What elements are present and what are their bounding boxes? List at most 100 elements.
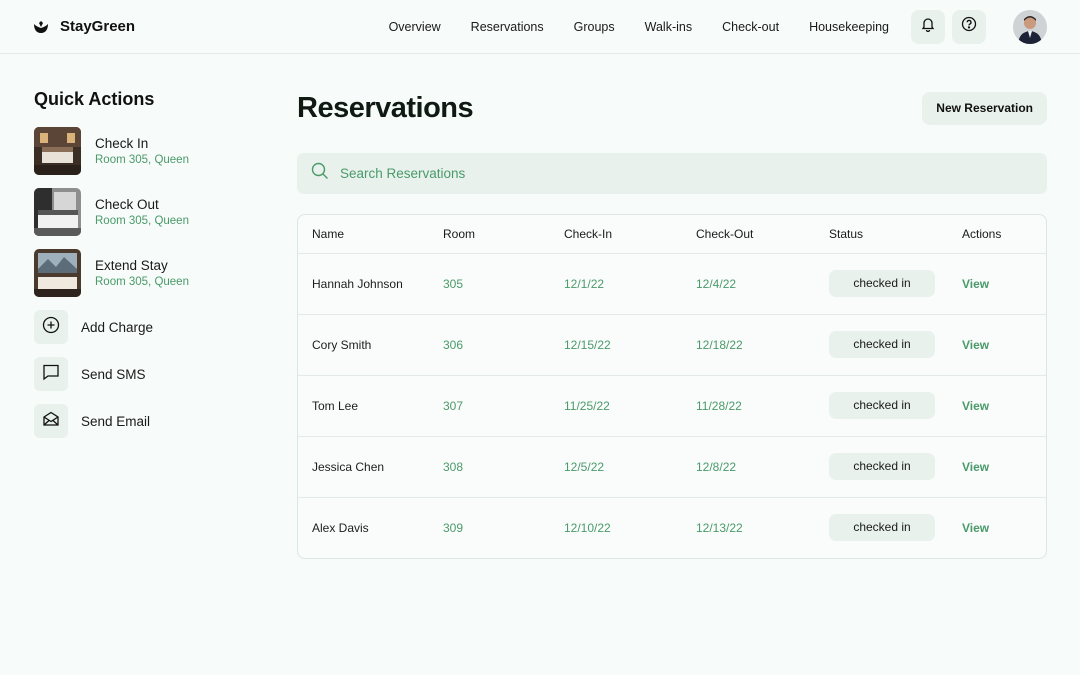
nav-check-out[interactable]: Check-out bbox=[707, 20, 794, 34]
room-number: 307 bbox=[429, 375, 550, 437]
bell-icon bbox=[920, 16, 936, 37]
quick-action-send-sms[interactable]: Send SMS bbox=[34, 357, 274, 391]
table-row[interactable]: Hannah Johnson 305 12/1/22 12/4/22 check… bbox=[298, 253, 1046, 315]
quick-action-label: Send SMS bbox=[81, 366, 146, 382]
new-reservation-button[interactable]: New Reservation bbox=[922, 91, 1047, 125]
message-icon bbox=[42, 363, 60, 386]
quick-action-check-in[interactable]: Check In Room 305, Queen bbox=[34, 127, 274, 175]
status-badge: checked in bbox=[829, 270, 935, 297]
main-layout: Quick Actions Check In Room 305, Queen C… bbox=[0, 54, 1080, 559]
header-room[interactable]: Room bbox=[429, 215, 550, 254]
content-header: Reservations New Reservation bbox=[297, 84, 1047, 132]
table-row[interactable]: Jessica Chen 308 12/5/22 12/8/22 checked… bbox=[298, 436, 1046, 498]
guest-name: Cory Smith bbox=[298, 314, 429, 376]
quick-action-label: Check In bbox=[95, 136, 149, 151]
room-number: 306 bbox=[429, 314, 550, 376]
room-number: 305 bbox=[429, 253, 550, 315]
search-bar[interactable] bbox=[297, 153, 1047, 194]
check-out-date: 12/4/22 bbox=[682, 253, 815, 315]
guest-name: Alex Davis bbox=[312, 520, 369, 535]
brand-name: StayGreen bbox=[60, 18, 136, 35]
header-status[interactable]: Status bbox=[815, 215, 948, 254]
status-cell: checked in bbox=[815, 314, 948, 376]
view-link[interactable]: View bbox=[962, 399, 989, 413]
view-link[interactable]: View bbox=[962, 521, 989, 535]
check-in-date: 12/15/22 bbox=[550, 314, 682, 376]
quick-actions-panel: Quick Actions Check In Room 305, Queen C… bbox=[34, 54, 274, 559]
nav-reservations[interactable]: Reservations bbox=[456, 20, 559, 34]
status-cell: checked in bbox=[815, 436, 948, 498]
quick-action-text: Extend Stay Room 305, Queen bbox=[95, 258, 189, 288]
guest-name: Hannah Johnson bbox=[298, 253, 429, 315]
check-out-date: 12/18/22 bbox=[682, 314, 815, 376]
quick-action-room: Room 305, Queen bbox=[95, 215, 189, 227]
room-number: 308 bbox=[429, 436, 550, 498]
room-number: 309 bbox=[443, 520, 464, 535]
help-button[interactable] bbox=[952, 9, 986, 44]
quick-action-room: Room 305, Queen bbox=[95, 276, 189, 288]
reservations-content: Reservations New Reservation Name Room C… bbox=[274, 54, 1047, 559]
status-cell: checked in bbox=[815, 497, 948, 558]
status-cell: checked in bbox=[815, 375, 948, 437]
quick-action-text: Check In Room 305, Queen bbox=[95, 136, 189, 166]
quick-action-check-out[interactable]: Check Out Room 305, Queen bbox=[34, 188, 274, 236]
quick-action-label: Add Charge bbox=[81, 319, 154, 335]
table-row[interactable]: Tom Lee 307 11/25/22 11/28/22 checked in… bbox=[298, 375, 1046, 437]
mail-icon bbox=[42, 410, 60, 433]
guest-name: Tom Lee bbox=[298, 375, 429, 437]
check-in-date: 11/25/22 bbox=[550, 375, 682, 437]
header-name[interactable]: Name bbox=[298, 215, 429, 254]
check-in-date: 12/5/22 bbox=[550, 436, 682, 498]
quick-action-extend-stay[interactable]: Extend Stay Room 305, Queen bbox=[34, 249, 274, 297]
main-nav: Overview Reservations Groups Walk-ins Ch… bbox=[374, 20, 904, 34]
quick-action-text: Check Out Room 305, Queen bbox=[95, 197, 189, 227]
quick-action-add-charge[interactable]: Add Charge bbox=[34, 310, 274, 344]
actions-cell: View bbox=[948, 253, 1046, 315]
top-navbar: StayGreen Overview Reservations Groups W… bbox=[0, 0, 1080, 54]
leaf-logo-icon bbox=[34, 20, 48, 33]
quick-action-send-email[interactable]: Send Email bbox=[34, 404, 274, 438]
brand[interactable]: StayGreen bbox=[34, 18, 135, 35]
quick-action-label: Send Email bbox=[81, 413, 151, 429]
actions-cell: View bbox=[948, 375, 1046, 437]
room-photo bbox=[34, 127, 81, 175]
quick-action-label: Extend Stay bbox=[95, 258, 168, 273]
plus-circle-icon bbox=[42, 316, 60, 339]
notifications-button[interactable] bbox=[911, 9, 945, 44]
actions-cell: View bbox=[948, 436, 1046, 498]
table-header-row: Name Room Check-In Check-Out Status Acti… bbox=[298, 215, 1046, 254]
check-in-date: 12/1/22 bbox=[550, 253, 682, 315]
status-badge: checked in bbox=[829, 392, 935, 419]
room-photo bbox=[34, 249, 81, 297]
header-check-out[interactable]: Check-Out bbox=[682, 215, 815, 254]
send-sms-icon-box bbox=[34, 357, 68, 391]
page-title: Reservations bbox=[297, 91, 474, 124]
header-actions: Actions bbox=[948, 215, 1046, 254]
user-avatar[interactable] bbox=[1013, 9, 1047, 44]
search-input[interactable] bbox=[340, 166, 1047, 181]
check-out-date: 11/28/22 bbox=[682, 375, 815, 437]
quick-actions-title: Quick Actions bbox=[34, 89, 155, 109]
view-link[interactable]: View bbox=[962, 277, 989, 291]
check-in-date: 12/10/22 bbox=[564, 520, 611, 535]
status-badge: checked in bbox=[829, 514, 935, 542]
actions-cell: View bbox=[948, 314, 1046, 376]
nav-walk-ins[interactable]: Walk-ins bbox=[630, 20, 707, 34]
room-photo bbox=[34, 188, 81, 236]
reservations-table-container: Name Room Check-In Check-Out Status Acti… bbox=[297, 214, 1047, 559]
view-link[interactable]: View bbox=[962, 338, 989, 352]
header-check-in[interactable]: Check-In bbox=[550, 215, 682, 254]
table-row[interactable]: Cory Smith 306 12/15/22 12/18/22 checked… bbox=[298, 314, 1046, 376]
check-out-date: 12/13/22 bbox=[696, 520, 743, 535]
quick-action-label: Check Out bbox=[95, 197, 159, 212]
help-icon bbox=[961, 16, 977, 37]
nav-groups[interactable]: Groups bbox=[559, 20, 630, 34]
status-cell: checked in bbox=[815, 253, 948, 315]
reservations-table: Name Room Check-In Check-Out Status Acti… bbox=[298, 215, 1046, 558]
search-icon bbox=[311, 162, 329, 185]
nav-overview[interactable]: Overview bbox=[374, 20, 456, 34]
table-row[interactable]: Alex Davis 309 12/10/22 12/13/22 checked… bbox=[298, 497, 1046, 558]
actions-cell: View bbox=[948, 497, 1046, 558]
nav-housekeeping[interactable]: Housekeeping bbox=[794, 20, 904, 34]
view-link[interactable]: View bbox=[962, 460, 989, 474]
